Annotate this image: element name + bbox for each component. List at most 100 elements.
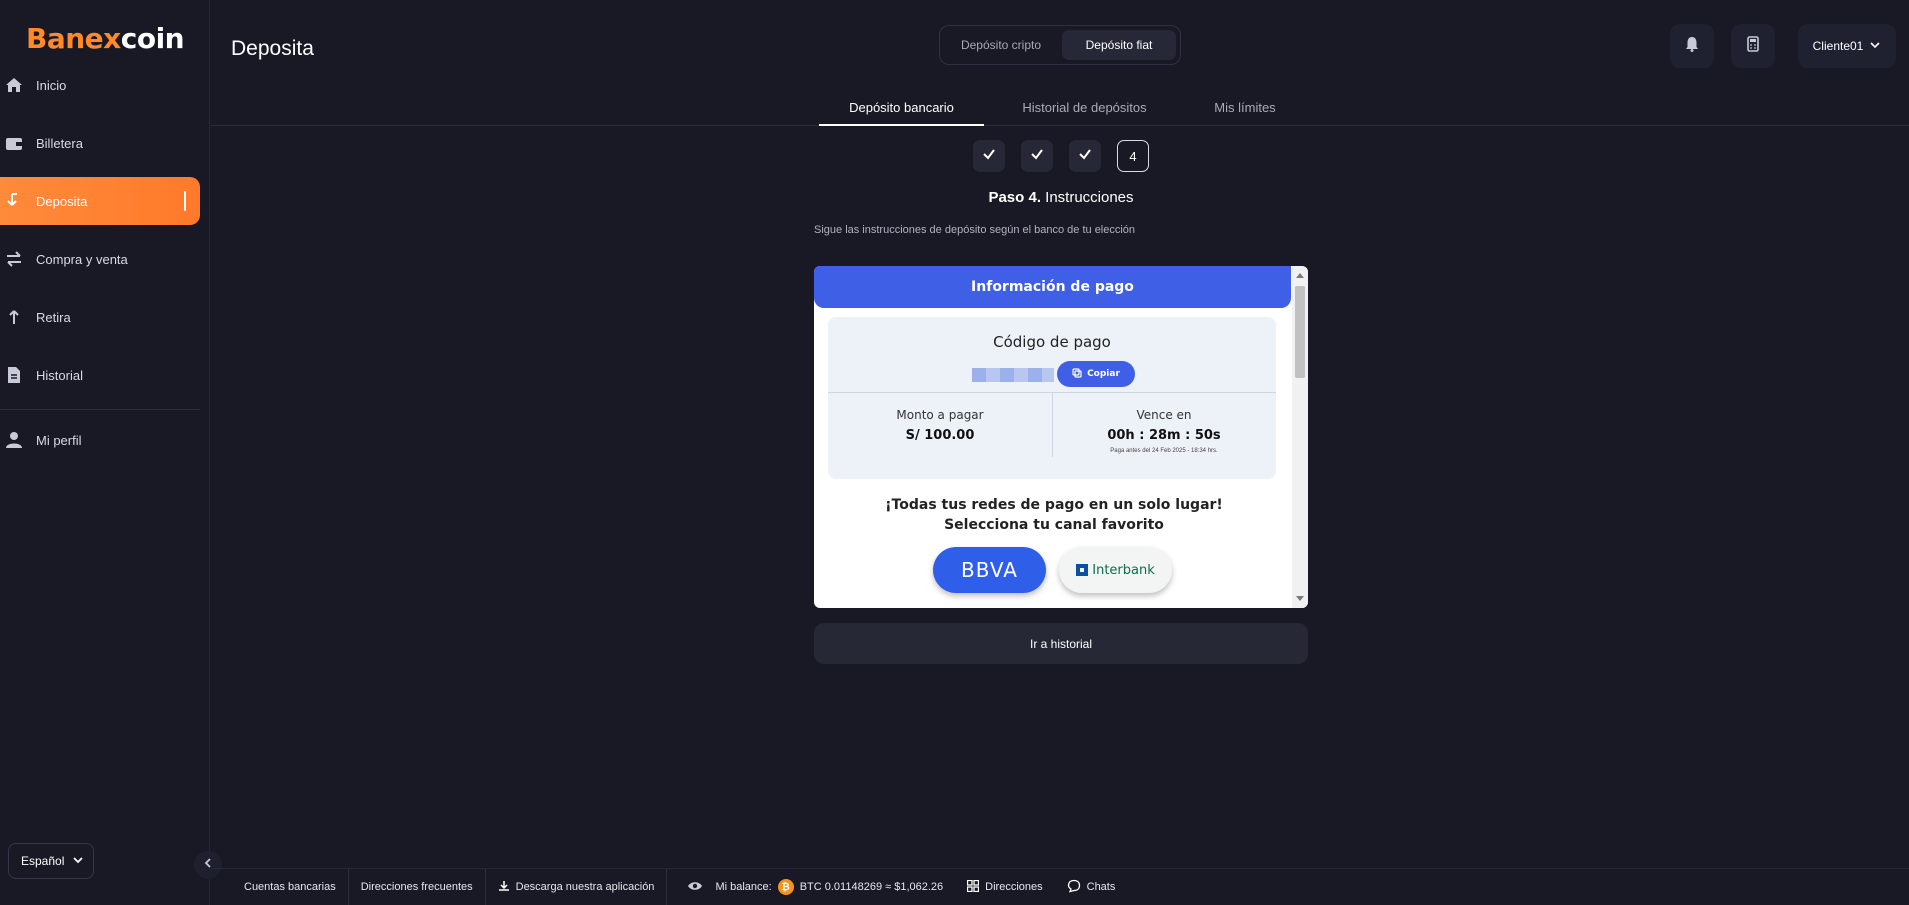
footer-bar: Cuentas bancarias Direcciones frecuentes… (211, 868, 1909, 905)
payment-code-value-redacted (972, 368, 1054, 382)
grid-icon (967, 879, 980, 895)
step-1-completed (973, 140, 1005, 172)
scroll-down-arrow[interactable] (1296, 596, 1304, 601)
footer-download-label: Descarga nuestra aplicación (515, 881, 655, 893)
language-label: Español (21, 854, 65, 868)
payment-info-panel: Información de pago Código de pago Copia… (814, 266, 1308, 608)
sidebar-item-label: Compra y venta (36, 251, 128, 267)
footer-frequent-addresses-label: Direcciones frecuentes (360, 881, 473, 893)
eye-icon[interactable] (687, 880, 703, 895)
wallet-icon (4, 133, 24, 153)
download-icon (498, 880, 510, 895)
panel-scrollbar[interactable] (1292, 266, 1308, 608)
arrow-up-icon (4, 307, 24, 327)
payment-code-title: Código de pago (993, 333, 1111, 351)
logo-prefix: B (26, 22, 47, 55)
footer-addresses-label: Direcciones (985, 881, 1043, 893)
footer-frequent-addresses[interactable]: Direcciones frecuentes (349, 868, 486, 905)
sidebar-item-label: Mi perfil (36, 432, 82, 448)
page-title: Deposita (231, 37, 314, 60)
sidebar-item-label: Retira (36, 309, 71, 325)
bank-option-bbva[interactable]: BBVA (933, 547, 1046, 593)
footer-bank-accounts-label: Cuentas bancarias (244, 881, 336, 893)
checkmark-icon (1030, 147, 1044, 166)
document-icon (4, 365, 24, 385)
user-menu-button[interactable]: Cliente01 (1798, 24, 1896, 68)
bbva-logo-text: BBVA (961, 558, 1018, 582)
sidebar-item-label: Historial (36, 367, 83, 383)
sidebar-item-historial[interactable]: Historial (0, 351, 200, 399)
footer-chats-label: Chats (1086, 881, 1116, 893)
sidebar-item-retira[interactable]: Retira (0, 293, 200, 341)
go-to-history-button[interactable]: Ir a historial (814, 623, 1308, 664)
bitcoin-icon: ₿ (777, 879, 794, 895)
chevron-down-icon (1869, 39, 1881, 54)
copy-code-button[interactable]: Copiar (1057, 361, 1135, 387)
logo-suffix: coin (120, 22, 185, 55)
amount-value: S/ 100.00 (905, 428, 975, 443)
sidebar: Banexcoin Inicio Billetera Deposita Comp… (0, 0, 222, 905)
step-number: Paso 4. (988, 189, 1041, 206)
footer-chats[interactable]: Chats (1055, 869, 1128, 905)
segment-fiat-deposit[interactable]: Depósito fiat (1062, 30, 1176, 60)
expires-note: Paga antes del 24 Feb 2025 - 18:34 hrs. (1110, 448, 1218, 454)
copy-label: Copiar (1087, 369, 1120, 379)
deposit-type-toggle: Depósito cripto Depósito fiat (939, 25, 1181, 65)
user-icon (4, 430, 24, 450)
step-3-completed (1069, 140, 1101, 172)
sidebar-item-inicio[interactable]: Inicio (0, 61, 200, 109)
payment-channels-promo: ¡Todas tus redes de pago en un solo luga… (885, 497, 1223, 533)
amount-label: Monto a pagar (896, 408, 984, 422)
scroll-up-arrow[interactable] (1296, 273, 1304, 278)
sidebar-item-billetera[interactable]: Billetera (0, 119, 200, 167)
home-icon (4, 75, 24, 95)
header: Deposita Depósito cripto Depósito fiat C… (211, 0, 1909, 92)
sidebar-item-label: Deposita (36, 193, 88, 209)
chevron-down-icon (72, 854, 84, 869)
logo-rest: anex (46, 22, 121, 55)
interbank-logo-icon (1076, 564, 1089, 576)
footer-bank-accounts[interactable]: Cuentas bancarias (211, 868, 349, 905)
scroll-thumb[interactable] (1295, 286, 1305, 378)
language-selector[interactable]: Español (8, 843, 94, 879)
footer-balance: Mi balance: ₿ BTC 0.01148269 ≈ $1,062.26 (667, 869, 955, 905)
copy-icon (1072, 367, 1082, 381)
footer-download-app[interactable]: Descarga nuestra aplicación (486, 868, 668, 905)
step-name: Instrucciones (1040, 189, 1134, 206)
calculator-icon (1744, 35, 1762, 58)
banexcoin-logo[interactable]: Banexcoin (26, 22, 185, 55)
chat-icon (1067, 879, 1081, 896)
sidebar-item-deposita[interactable]: Deposita (0, 177, 200, 225)
expires-label: Vence en (1136, 408, 1192, 422)
sidebar-item-label: Billetera (36, 135, 83, 151)
balance-label: Mi balance: (715, 881, 772, 893)
step-title: Paso 4. Instrucciones (814, 189, 1308, 206)
checkmark-icon (1078, 147, 1092, 166)
arrow-down-icon (4, 191, 24, 211)
tab-mis-limites[interactable]: Mis límites (1195, 100, 1295, 126)
balance-value: BTC 0.01148269 ≈ $1,062.26 (799, 881, 944, 893)
swap-icon (4, 249, 24, 269)
notifications-button[interactable] (1670, 24, 1714, 68)
step-instructions: Sigue las instrucciones de depósito segú… (814, 224, 1136, 236)
sidebar-item-mi-perfil[interactable]: Mi perfil (0, 416, 200, 464)
step-2-completed (1021, 140, 1053, 172)
expires-countdown: 00h : 28m : 50s (1107, 428, 1221, 443)
checkmark-icon (982, 147, 996, 166)
bell-icon (1683, 35, 1701, 58)
payment-code-card: Código de pago Copiar Monto a pagar S/ 1… (828, 317, 1276, 479)
sidebar-divider (0, 409, 200, 410)
payment-info-header: Información de pago (814, 266, 1291, 308)
tab-deposito-bancario[interactable]: Depósito bancario (819, 100, 984, 126)
username: Cliente01 (1812, 39, 1864, 53)
footer-addresses[interactable]: Direcciones (955, 869, 1054, 905)
sidebar-item-label: Inicio (36, 77, 67, 93)
interbank-logo-text: Interbank (1092, 562, 1155, 578)
segment-crypto-deposit[interactable]: Depósito cripto (944, 30, 1058, 60)
tab-historial-depositos[interactable]: Historial de depósitos (1006, 100, 1163, 126)
sidebar-item-compra-venta[interactable]: Compra y venta (0, 235, 200, 283)
sidebar-nav: Inicio Billetera Deposita Compra y venta… (0, 61, 200, 474)
calculator-button[interactable] (1731, 24, 1775, 68)
step-4-current: 4 (1117, 140, 1149, 172)
bank-option-interbank[interactable]: Interbank (1059, 547, 1172, 593)
